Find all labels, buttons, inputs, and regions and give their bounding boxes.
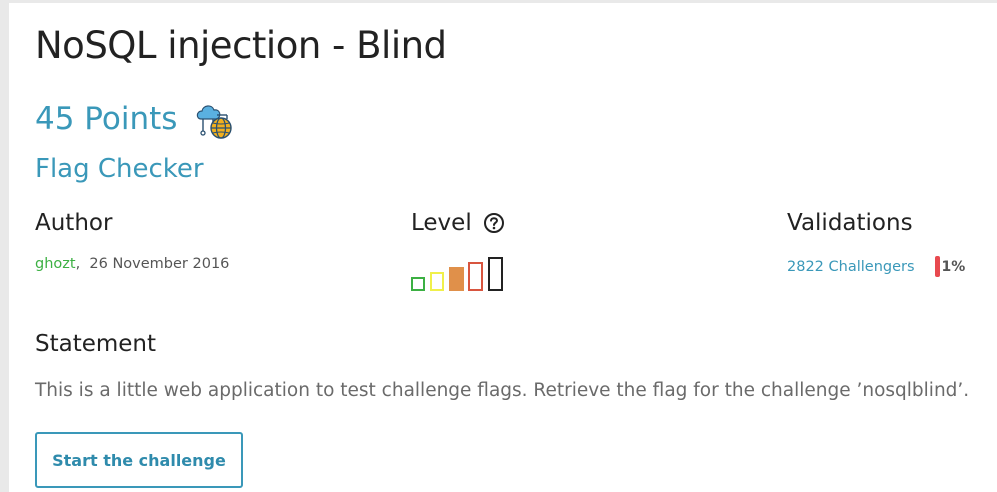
statement-heading: Statement (35, 331, 157, 357)
author-heading: Author (35, 210, 113, 236)
difficulty-bar (468, 262, 483, 291)
web-server-globe-icon (197, 105, 233, 139)
validations-heading: Validations (787, 210, 913, 236)
challenge-points: 45 Points (35, 101, 178, 137)
start-challenge-button[interactable]: Start the challenge (35, 432, 243, 488)
validation-rate: 1% (941, 258, 966, 275)
statement-text: This is a little web application to test… (35, 380, 970, 401)
challenge-title: NoSQL injection - Blind (35, 24, 447, 67)
challengers-link[interactable]: 2822 Challengers (787, 259, 915, 275)
author-name-link[interactable]: ghozt (35, 256, 76, 272)
level-heading: Level (411, 210, 472, 236)
difficulty-bar (411, 277, 425, 291)
author-separator: , (75, 256, 81, 272)
difficulty-bar (488, 257, 503, 291)
question-circle-icon[interactable] (483, 212, 505, 234)
difficulty-bar (430, 272, 444, 291)
level-header: Level (411, 210, 505, 236)
validation-type-link[interactable]: Flag Checker (35, 154, 204, 184)
challenge-card: NoSQL injection - Blind 45 Points Flag C… (9, 3, 997, 492)
points-row: 45 Points (35, 97, 237, 141)
validations-info: 2822 Challengers 1% (787, 256, 965, 277)
difficulty-bar (449, 267, 464, 291)
author-info: ghozt, 26 November 2016 (35, 256, 229, 272)
publish-date: 26 November 2016 (89, 256, 230, 272)
validation-rate-bar (934, 256, 940, 277)
difficulty-bars (411, 255, 511, 291)
